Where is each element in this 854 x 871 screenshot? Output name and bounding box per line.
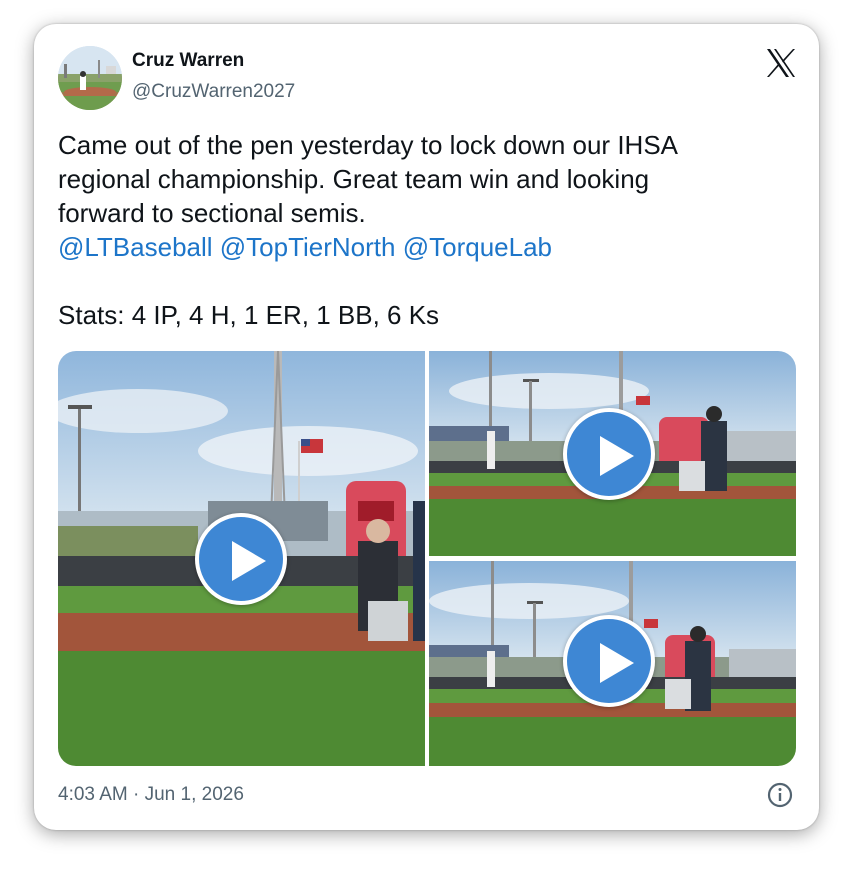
play-icon[interactable] bbox=[563, 615, 655, 707]
timestamp[interactable]: 4:03 AM · Jun 1, 2026 bbox=[58, 784, 244, 806]
mention-toptiernorth[interactable]: @TopTierNorth bbox=[220, 232, 396, 262]
mentions-line: @LTBaseball @TopTierNorth @TorqueLab bbox=[58, 230, 778, 264]
tweet-text-line: Came out of the pen yesterday to lock do… bbox=[58, 130, 679, 160]
tweet-text-line: forward to sectional semis. bbox=[58, 198, 366, 228]
user-name[interactable]: Cruz Warren bbox=[132, 50, 244, 72]
user-handle[interactable]: @CruzWarren2027 bbox=[132, 81, 295, 103]
video-tile-1[interactable] bbox=[58, 351, 425, 766]
tweet-card: Cruz Warren @CruzWarren2027 Came out of … bbox=[34, 24, 819, 830]
mention-ltbaseball[interactable]: @LTBaseball bbox=[58, 232, 213, 262]
tweet-text: Came out of the pen yesterday to lock do… bbox=[58, 128, 778, 332]
mention-torquelab[interactable]: @TorqueLab bbox=[403, 232, 552, 262]
tweet-text-line: regional championship. Great team win an… bbox=[58, 164, 650, 194]
play-icon[interactable] bbox=[195, 513, 287, 605]
video-tile-2[interactable] bbox=[429, 351, 796, 556]
x-logo-icon[interactable] bbox=[764, 46, 798, 80]
stats-line: Stats: 4 IP, 4 H, 1 ER, 1 BB, 6 Ks bbox=[58, 300, 440, 330]
play-icon[interactable] bbox=[563, 408, 655, 500]
avatar-image bbox=[58, 46, 122, 110]
avatar[interactable] bbox=[58, 46, 122, 110]
video-tile-3[interactable] bbox=[429, 561, 796, 766]
info-icon[interactable] bbox=[767, 782, 793, 808]
media-grid bbox=[58, 351, 796, 766]
